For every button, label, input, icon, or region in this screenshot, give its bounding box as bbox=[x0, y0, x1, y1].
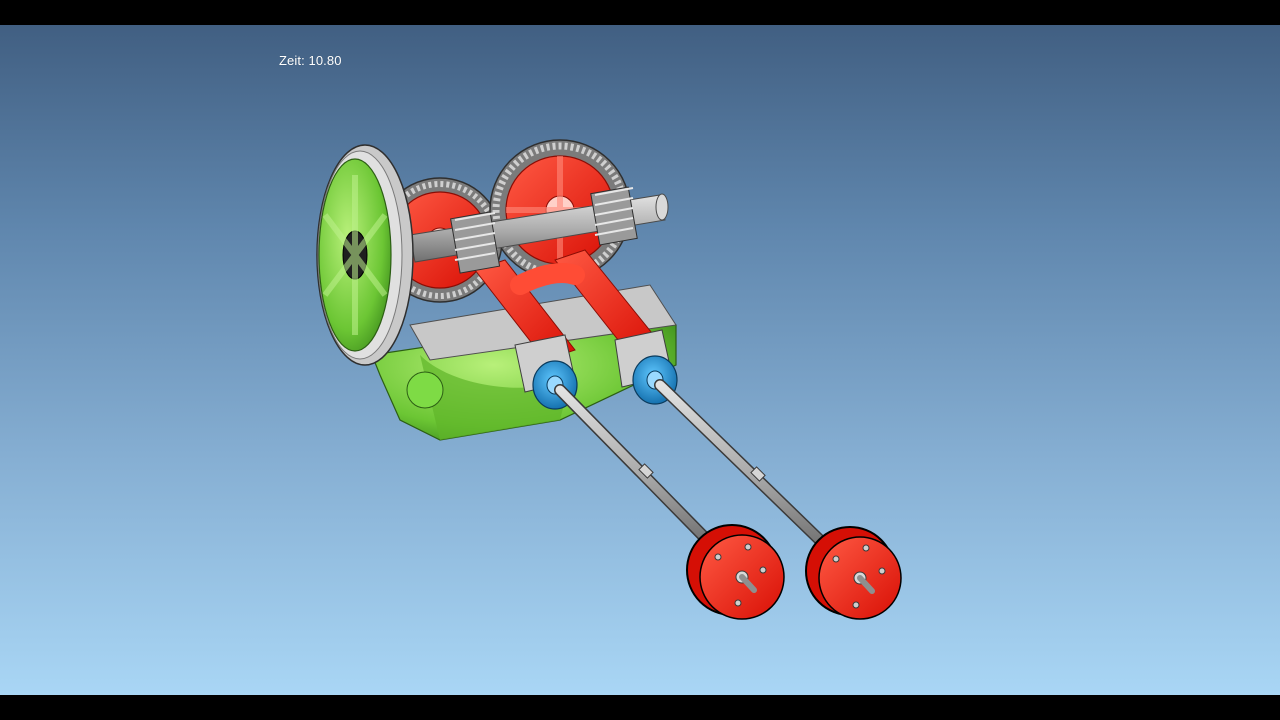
end-wheel-right bbox=[805, 526, 902, 620]
letterbox-bottom bbox=[0, 695, 1280, 720]
3d-viewport[interactable]: Zeit: 10.80 bbox=[0, 25, 1280, 695]
piston-rods bbox=[554, 379, 836, 556]
end-wheel-left bbox=[686, 524, 785, 620]
flywheel-pulley bbox=[316, 144, 414, 366]
letterbox-top bbox=[0, 0, 1280, 25]
mechanism-model[interactable] bbox=[0, 25, 1280, 695]
